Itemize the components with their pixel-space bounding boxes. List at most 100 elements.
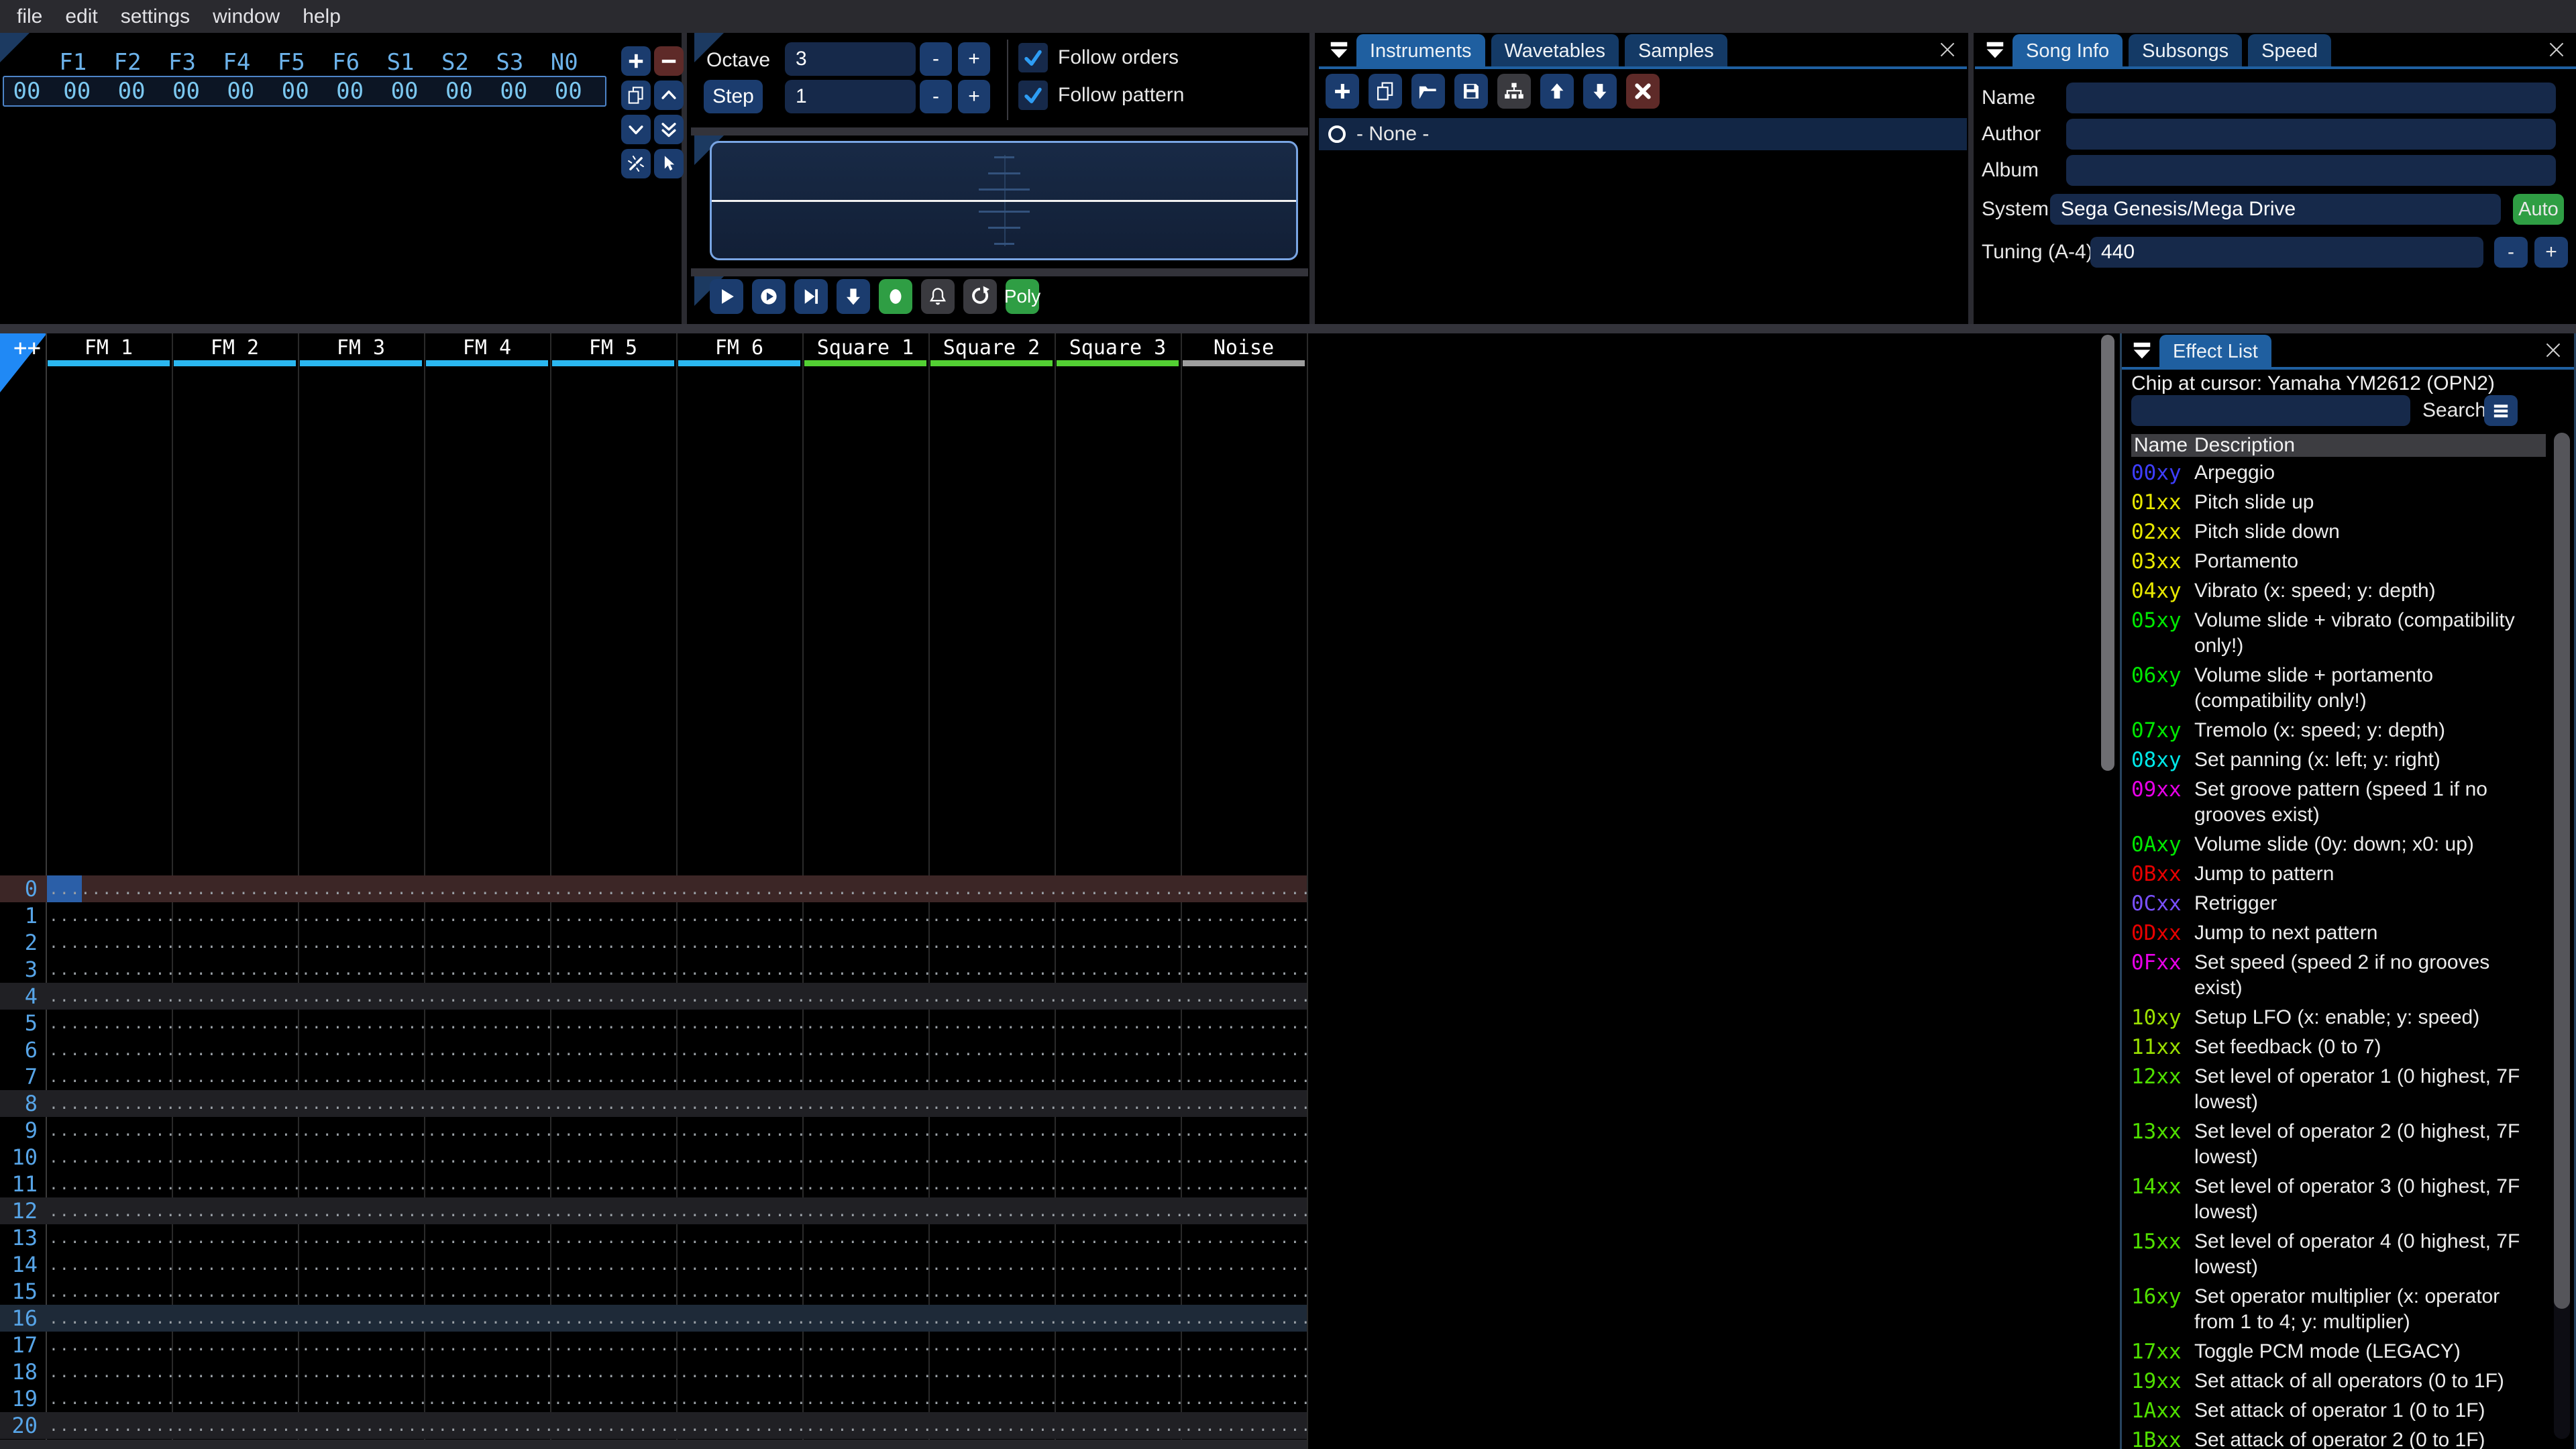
pattern-cell[interactable]: ............	[298, 1305, 424, 1332]
play-circle-button[interactable]	[752, 279, 786, 314]
pattern-cell[interactable]: ............	[1181, 902, 1307, 929]
pattern-cell[interactable]: ............	[1181, 1332, 1307, 1358]
pattern-cell[interactable]: ............	[1055, 1305, 1181, 1332]
effect-row-13xx[interactable]: 13xx Set level of operator 2 (0 highest, …	[2131, 1117, 2547, 1172]
pattern-cell[interactable]: ............	[550, 1412, 676, 1439]
pattern-cell[interactable]: ............	[172, 1358, 298, 1385]
pattern-cell[interactable]: ............	[1181, 1010, 1307, 1036]
pattern-cell[interactable]: ............	[1181, 1171, 1307, 1197]
pattern-cell[interactable]: ............	[424, 983, 550, 1010]
pattern-cell[interactable]: ............	[802, 1144, 928, 1171]
effect-list-scrollbar[interactable]	[2554, 433, 2570, 1309]
pattern-cell[interactable]: ............	[46, 1171, 172, 1197]
pattern-cell[interactable]: ............	[1181, 983, 1307, 1010]
pattern-cell[interactable]: ............	[1181, 875, 1307, 902]
pattern-cell[interactable]: ............	[928, 875, 1055, 902]
pattern-cell[interactable]: ............	[802, 1412, 928, 1439]
pattern-cell[interactable]: ............	[424, 956, 550, 983]
pattern-cell[interactable]: ............	[298, 1385, 424, 1412]
pattern-cell[interactable]: ............	[424, 1036, 550, 1063]
pattern-cell[interactable]: ............	[46, 1224, 172, 1251]
pattern-cell[interactable]: ............	[802, 902, 928, 929]
pattern-cell[interactable]: ............	[676, 1090, 802, 1117]
pattern-cell[interactable]: ............	[298, 1278, 424, 1305]
pattern-cell[interactable]: ............	[298, 1063, 424, 1090]
pattern-cell[interactable]: ............	[550, 1144, 676, 1171]
pattern-cell[interactable]: ............	[928, 1305, 1055, 1332]
effect-row-05xy[interactable]: 05xy Volume slide + vibrato (compatibilit…	[2131, 606, 2547, 661]
pattern-cell[interactable]: ............	[172, 1224, 298, 1251]
pattern-cell[interactable]: ............	[298, 1117, 424, 1144]
pattern-cell[interactable]: ............	[298, 1144, 424, 1171]
pattern-cell[interactable]: ............	[1181, 1224, 1307, 1251]
pattern-cell[interactable]: ............	[424, 1251, 550, 1278]
pattern-cell[interactable]: ............	[550, 1385, 676, 1412]
pattern-cell[interactable]: ............	[1055, 1090, 1181, 1117]
pattern-cell[interactable]: ............	[424, 902, 550, 929]
separator[interactable]	[691, 127, 1308, 136]
pattern-cell[interactable]: ............	[550, 1010, 676, 1036]
menu-item-settings[interactable]: settings	[109, 0, 201, 33]
pattern-row-10[interactable]: 10......................................…	[0, 1144, 1307, 1171]
pattern-cell[interactable]: ............	[1181, 1412, 1307, 1439]
pattern-row-18[interactable]: 18......................................…	[0, 1358, 1307, 1385]
effect-row-0Fxx[interactable]: 0Fxx Set speed (speed 2 if no grooves exi…	[2131, 948, 2547, 1003]
pattern-cell[interactable]: ............	[928, 1251, 1055, 1278]
pattern-cell[interactable]: ............	[1181, 1278, 1307, 1305]
channel-header-fm-5[interactable]: FM 5	[550, 333, 676, 367]
pattern-cell[interactable]: ............	[46, 1251, 172, 1278]
close-window-button[interactable]	[2540, 337, 2566, 363]
orders-chevron-down-button[interactable]	[621, 115, 651, 144]
pattern-cell[interactable]: ............	[172, 1332, 298, 1358]
metronome-button[interactable]	[921, 279, 955, 314]
pattern-cell[interactable]: ............	[46, 1412, 172, 1439]
pattern-cell[interactable]: ............	[928, 1358, 1055, 1385]
pattern-cell[interactable]: ............	[802, 875, 928, 902]
orders-cell[interactable]: 00	[377, 78, 431, 105]
pattern-cell[interactable]: ............	[172, 1197, 298, 1224]
pattern-cell[interactable]: ............	[172, 1010, 298, 1036]
pattern-cell[interactable]: ............	[928, 1439, 1055, 1449]
pattern-row-8[interactable]: 8.......................................…	[0, 1090, 1307, 1117]
pattern-cell[interactable]: ............	[46, 1036, 172, 1063]
effect-row-16xy[interactable]: 16xy Set operator multiplier (x: operator…	[2131, 1282, 2547, 1337]
pattern-cell[interactable]: ............	[424, 1010, 550, 1036]
pattern-cell[interactable]: ............	[46, 1063, 172, 1090]
pattern-cell[interactable]: ............	[172, 1439, 298, 1449]
step-input[interactable]: 1	[785, 80, 916, 113]
auto-system-button[interactable]: Auto	[2513, 194, 2564, 225]
pattern-cell[interactable]: ............	[676, 1117, 802, 1144]
pattern-cell[interactable]: ............	[928, 1144, 1055, 1171]
pattern-row-13[interactable]: 13......................................…	[0, 1224, 1307, 1251]
system-input[interactable]: Sega Genesis/Mega Drive	[2050, 194, 2501, 225]
pattern-cell[interactable]: ............	[298, 875, 424, 902]
pattern-cell[interactable]: ............	[550, 1117, 676, 1144]
pattern-cell[interactable]: ............	[802, 1036, 928, 1063]
pattern-cell[interactable]: ............	[424, 1385, 550, 1412]
pattern-row-9[interactable]: 9.......................................…	[0, 1117, 1307, 1144]
pattern-cell[interactable]: ............	[424, 1439, 550, 1449]
pattern-cell[interactable]: ............	[928, 1036, 1055, 1063]
pattern-cell[interactable]: ............	[802, 1278, 928, 1305]
pattern-editor-window[interactable]: ++ FM 1 FM 2 FM 3 FM 4 FM 5 FM 6 Square 1 Squar…	[0, 333, 2116, 1449]
pattern-cell[interactable]: ............	[424, 1171, 550, 1197]
effect-row-10xy[interactable]: 10xy Setup LFO (x: enable; y: speed)	[2131, 1003, 2547, 1032]
close-window-button[interactable]	[1935, 37, 1960, 62]
pattern-cell[interactable]: ............	[1055, 1144, 1181, 1171]
pattern-expand-button[interactable]: ++	[13, 335, 41, 362]
pattern-cell[interactable]: ............	[298, 1439, 424, 1449]
orders-cell[interactable]: 00	[104, 78, 158, 105]
channel-header-square-2[interactable]: Square 2	[928, 333, 1055, 367]
menu-item-edit[interactable]: edit	[54, 0, 109, 33]
pattern-cell[interactable]: ............	[676, 1412, 802, 1439]
pattern-cell[interactable]: ............	[298, 1036, 424, 1063]
pattern-cell[interactable]: ............	[676, 1197, 802, 1224]
instrument-delete-x-button[interactable]	[1626, 74, 1660, 109]
pattern-cell[interactable]: ............	[1055, 1036, 1181, 1063]
effect-row-01xx[interactable]: 01xx Pitch slide up	[2131, 488, 2547, 517]
pattern-cell[interactable]: ............	[172, 929, 298, 956]
pattern-cell[interactable]: ............	[298, 1412, 424, 1439]
pattern-cell[interactable]: ............	[46, 1144, 172, 1171]
instrument-list-item[interactable]: - None -	[1319, 118, 1967, 150]
pattern-cell[interactable]: ............	[676, 1332, 802, 1358]
